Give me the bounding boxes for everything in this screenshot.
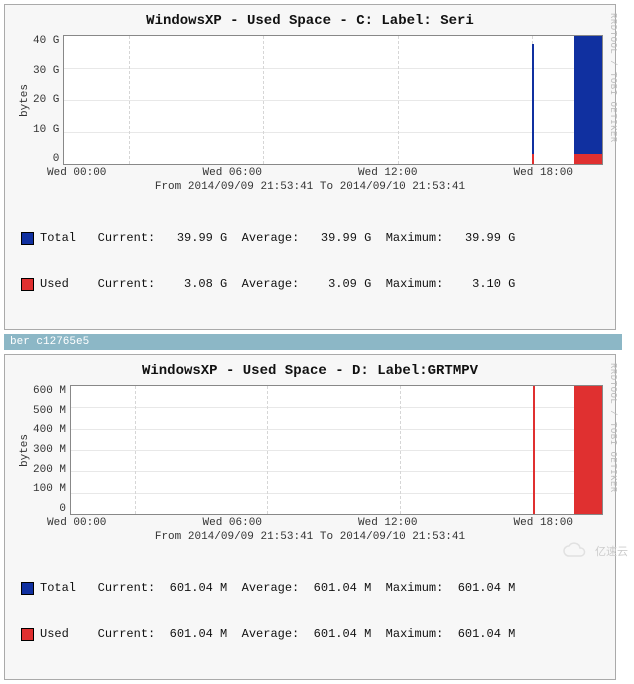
chart-panel-d: RRDTOOL / TOBI OETIKER WindowsXP - Used … (4, 354, 616, 680)
data-sliver-end (574, 386, 602, 514)
data-sliver (533, 386, 535, 514)
legend-row-total: Total Current: 39.99 G Average: 39.99 G … (21, 229, 603, 247)
chart-title: WindowsXP - Used Space - D: Label:GRTMPV (17, 363, 603, 379)
chart-title: WindowsXP - Used Space - C: Label: Seri (17, 13, 603, 29)
swatch-used (21, 628, 34, 641)
plot-area (70, 385, 603, 515)
y-axis-label: bytes (17, 35, 33, 165)
time-range-caption: From 2014/09/09 21:53:41 To 2014/09/10 2… (17, 181, 603, 193)
chart-panel-c: RRDTOOL / TOBI OETIKER WindowsXP - Used … (4, 4, 616, 330)
plot-area (63, 35, 603, 165)
legend: Total Current: 601.04 M Average: 601.04 … (17, 551, 603, 671)
attribution-text: RRDTOOL / TOBI OETIKER (608, 13, 618, 143)
data-sliver (532, 44, 534, 164)
attribution-text: RRDTOOL / TOBI OETIKER (608, 363, 618, 493)
swatch-total (21, 582, 34, 595)
y-axis-ticks: 40 G 30 G 20 G 10 G 0 (33, 35, 63, 165)
legend: Total Current: 39.99 G Average: 39.99 G … (17, 201, 603, 321)
x-axis-ticks: Wed 00:00 Wed 06:00 Wed 12:00 Wed 18:00 (47, 167, 603, 179)
data-sliver-end (574, 36, 602, 164)
time-range-caption: From 2014/09/09 21:53:41 To 2014/09/10 2… (17, 531, 603, 543)
cloud-icon (561, 542, 591, 560)
legend-row-used: Used Current: 3.08 G Average: 3.09 G Max… (21, 275, 603, 293)
y-axis-label: bytes (17, 385, 33, 515)
x-axis-ticks: Wed 00:00 Wed 06:00 Wed 12:00 Wed 18:00 (47, 517, 603, 529)
legend-row-total: Total Current: 601.04 M Average: 601.04 … (21, 579, 603, 597)
section-divider: ber c12765e5 (4, 334, 622, 350)
legend-row-used: Used Current: 601.04 M Average: 601.04 M… (21, 625, 603, 643)
swatch-used (21, 278, 34, 291)
watermark: 亿速云 (561, 542, 628, 560)
swatch-total (21, 232, 34, 245)
y-axis-ticks: 600 M 500 M 400 M 300 M 200 M 100 M 0 (33, 385, 70, 515)
